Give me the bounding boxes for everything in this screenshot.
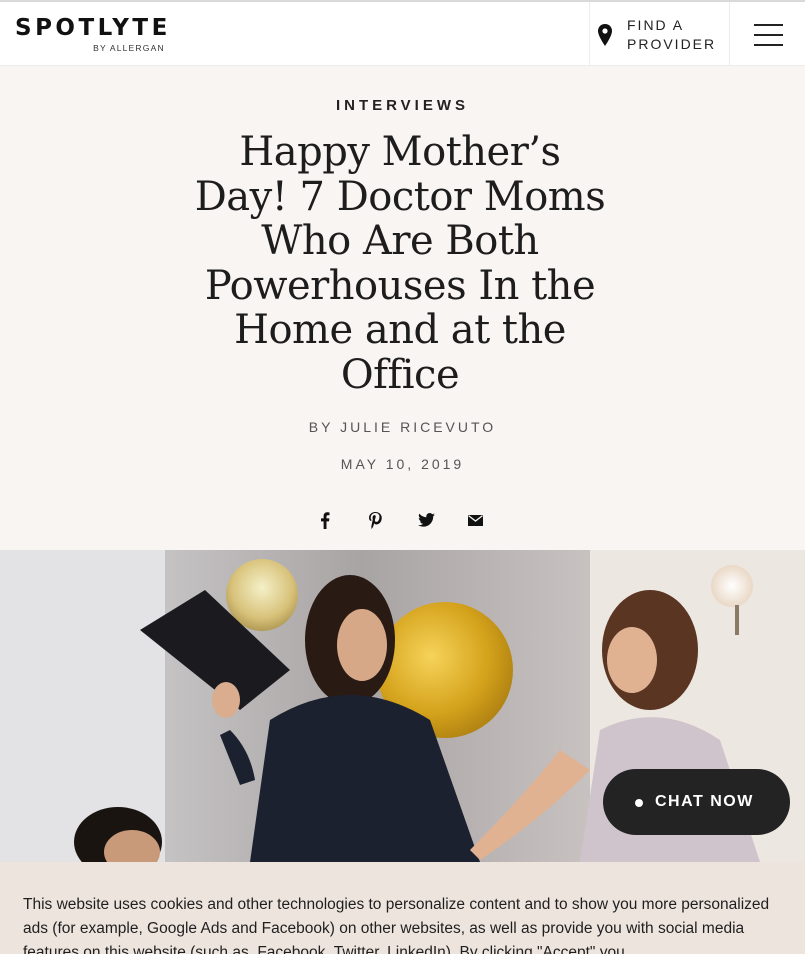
map-pin-icon [598, 24, 612, 46]
find-a-provider-link[interactable]: FIND A PROVIDER [589, 2, 730, 66]
chat-now-button[interactable]: CHAT NOW [603, 769, 790, 835]
chat-status-dot [635, 799, 643, 807]
site-header: SPOTLYTE BY ALLERGAN FIND A PROVIDER [0, 0, 805, 66]
pinterest-icon[interactable] [362, 507, 388, 533]
article-header: INTERVIEWS Happy Mother’s Day! 7 Doctor … [0, 66, 805, 550]
article-title: Happy Mother’s Day! 7 Doctor Moms Who Ar… [194, 129, 606, 398]
article-byline: BY JULIE RICEVUTO [308, 419, 497, 435]
article-date: MAY 10, 2019 [340, 456, 465, 472]
cookie-banner-text: This website uses cookies and other tech… [23, 896, 770, 954]
article-category[interactable]: INTERVIEWS [0, 97, 805, 114]
hamburger-menu-icon[interactable] [752, 22, 788, 48]
logo-wordmark: SPOTLYTE [15, 15, 171, 41]
facebook-icon[interactable] [312, 507, 338, 533]
spotlyte-logo[interactable]: SPOTLYTE BY ALLERGAN [15, 14, 171, 53]
logo-subtitle: BY ALLERGAN [93, 43, 165, 53]
chat-now-label: CHAT NOW [655, 793, 754, 810]
cookie-banner: This website uses cookies and other tech… [0, 862, 805, 954]
twitter-icon[interactable] [413, 507, 439, 533]
find-provider-label: FIND A PROVIDER [627, 17, 717, 52]
email-icon[interactable] [462, 507, 488, 533]
